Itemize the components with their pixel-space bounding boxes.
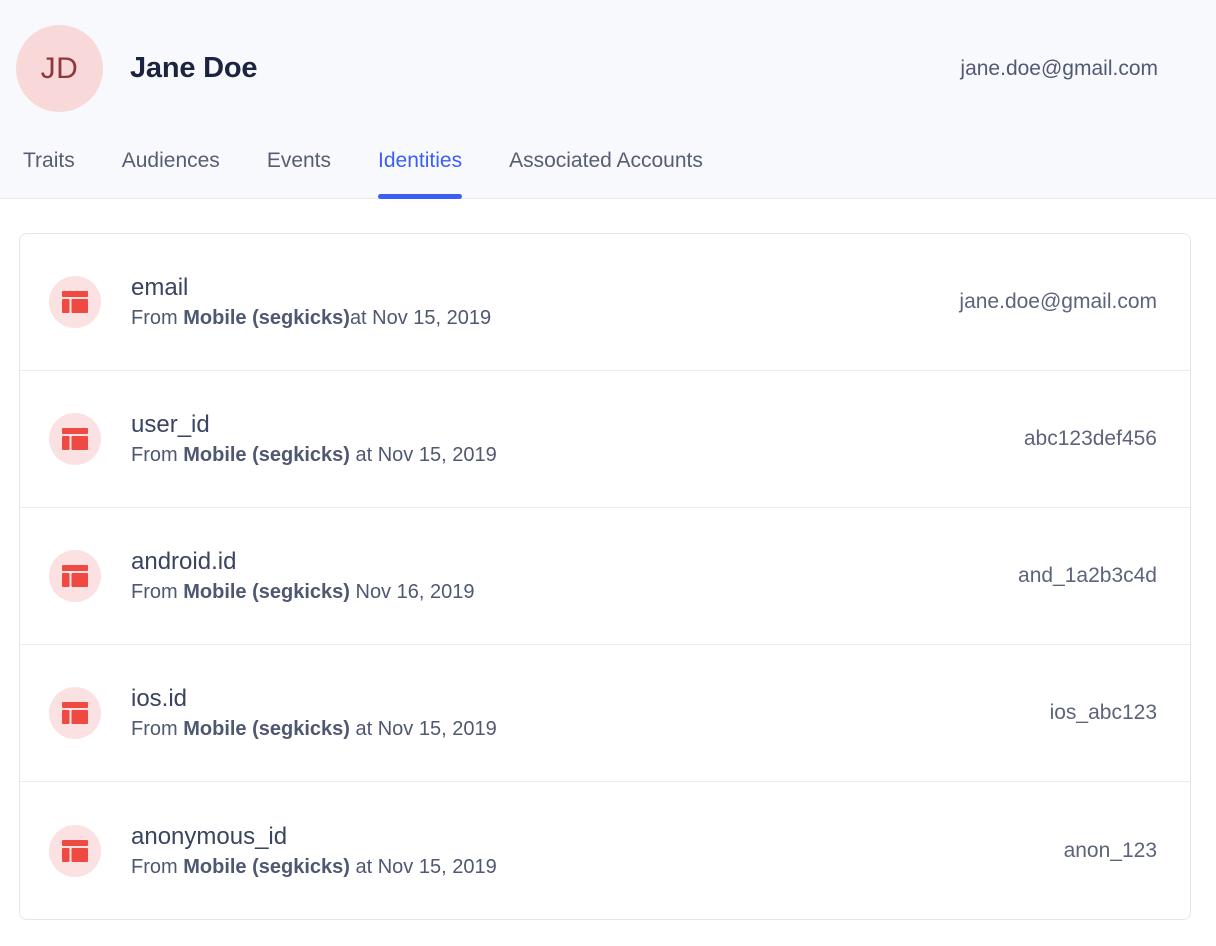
user-profile-page: JD Jane Doe jane.doe@gmail.com Traits Au… <box>0 0 1216 939</box>
profile-header-top: JD Jane Doe jane.doe@gmail.com <box>0 0 1216 112</box>
tab-audiences[interactable]: Audiences <box>122 149 220 198</box>
tab-bar: Traits Audiences Events Identities Assoc… <box>0 149 1216 198</box>
source-name: Mobile (segkicks) <box>183 856 350 878</box>
tab-identities[interactable]: Identities <box>378 149 462 198</box>
profile-header: JD Jane Doe jane.doe@gmail.com Traits Au… <box>0 0 1216 199</box>
layout-icon <box>49 276 101 328</box>
source-name: Mobile (segkicks) <box>183 444 350 466</box>
layout-icon <box>49 825 101 877</box>
avatar: JD <box>16 25 103 112</box>
identity-name: android.id <box>131 548 474 576</box>
identity-text: anonymous_id From Mobile (segkicks) at N… <box>131 823 497 879</box>
identity-source: From Mobile (segkicks)at Nov 15, 2019 <box>131 307 491 330</box>
identity-row-anonymous-id: anonymous_id From Mobile (segkicks) at N… <box>20 782 1190 919</box>
identity-text: ios.id From Mobile (segkicks) at Nov 15,… <box>131 685 497 741</box>
user-email: jane.doe@gmail.com <box>960 57 1158 81</box>
source-name: Mobile (segkicks) <box>183 307 350 329</box>
identity-row-android-id: android.id From Mobile (segkicks) Nov 16… <box>20 508 1190 645</box>
source-date: at Nov 15, 2019 <box>350 444 497 466</box>
layout-icon <box>49 550 101 602</box>
identity-name: ios.id <box>131 685 497 713</box>
tab-events[interactable]: Events <box>267 149 331 198</box>
identities-card: email From Mobile (segkicks)at Nov 15, 2… <box>19 233 1191 920</box>
identities-panel: email From Mobile (segkicks)at Nov 15, 2… <box>0 199 1216 939</box>
source-date: at Nov 15, 2019 <box>350 856 497 878</box>
tab-traits[interactable]: Traits <box>23 149 75 198</box>
identity-row-user-id: user_id From Mobile (segkicks) at Nov 15… <box>20 371 1190 508</box>
source-date: at Nov 15, 2019 <box>350 307 491 329</box>
identity-row-ios-id: ios.id From Mobile (segkicks) at Nov 15,… <box>20 645 1190 782</box>
identity-text: android.id From Mobile (segkicks) Nov 16… <box>131 548 474 604</box>
source-prefix: From <box>131 307 183 329</box>
identity-source: From Mobile (segkicks) at Nov 15, 2019 <box>131 856 497 879</box>
source-prefix: From <box>131 444 183 466</box>
source-prefix: From <box>131 856 183 878</box>
identity-value: anon_123 <box>1064 839 1157 863</box>
avatar-initials: JD <box>41 52 79 86</box>
source-date: Nov 16, 2019 <box>350 581 475 603</box>
identity-source: From Mobile (segkicks) at Nov 15, 2019 <box>131 444 497 467</box>
identity-source: From Mobile (segkicks) at Nov 15, 2019 <box>131 718 497 741</box>
source-name: Mobile (segkicks) <box>183 581 350 603</box>
identity-value: abc123def456 <box>1024 427 1157 451</box>
identity-name: user_id <box>131 411 497 439</box>
layout-icon <box>49 687 101 739</box>
identity-source: From Mobile (segkicks) Nov 16, 2019 <box>131 581 474 604</box>
source-prefix: From <box>131 718 183 740</box>
identity-name: anonymous_id <box>131 823 497 851</box>
identity-text: user_id From Mobile (segkicks) at Nov 15… <box>131 411 497 467</box>
layout-icon <box>49 413 101 465</box>
identity-name: email <box>131 274 491 302</box>
identity-text: email From Mobile (segkicks)at Nov 15, 2… <box>131 274 491 330</box>
page-title: Jane Doe <box>130 52 257 85</box>
identity-value: jane.doe@gmail.com <box>959 290 1157 314</box>
identity-value: ios_abc123 <box>1050 701 1157 725</box>
identity-value: and_1a2b3c4d <box>1018 564 1157 588</box>
tab-associated-accounts[interactable]: Associated Accounts <box>509 149 703 198</box>
source-prefix: From <box>131 581 183 603</box>
source-date: at Nov 15, 2019 <box>350 718 497 740</box>
source-name: Mobile (segkicks) <box>183 718 350 740</box>
identity-row-email: email From Mobile (segkicks)at Nov 15, 2… <box>20 234 1190 371</box>
